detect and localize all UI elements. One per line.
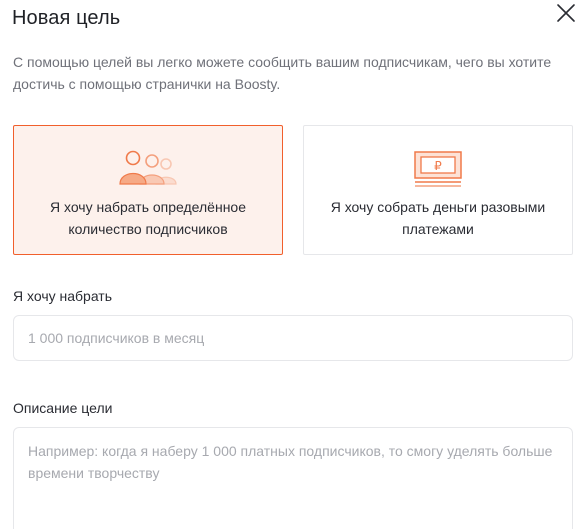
money-icon: ₽ bbox=[414, 151, 462, 187]
goal-type-money-label: Я хочу собрать деньги разовыми платежами bbox=[330, 199, 546, 237]
close-icon bbox=[557, 4, 575, 22]
goal-type-subscribers-card[interactable]: Я хочу набрать определённое количество п… bbox=[13, 125, 283, 255]
dialog-description: С помощью целей вы легко можете сообщить… bbox=[13, 54, 552, 92]
goal-type-subscribers-label: Я хочу набрать определённое количество п… bbox=[49, 199, 246, 237]
target-input[interactable] bbox=[13, 315, 573, 361]
goal-description-textarea[interactable] bbox=[13, 427, 573, 529]
dialog-title: Новая цель bbox=[12, 7, 121, 29]
goal-description-label: Описание цели bbox=[13, 400, 113, 416]
subscribers-icon bbox=[119, 150, 177, 185]
goal-type-money-card[interactable]: ₽ Я хочу собрать деньги разовыми платежа… bbox=[303, 125, 573, 255]
svg-text:₽: ₽ bbox=[434, 159, 442, 173]
close-button[interactable] bbox=[554, 1, 578, 25]
target-label: Я хочу набрать bbox=[13, 288, 113, 304]
